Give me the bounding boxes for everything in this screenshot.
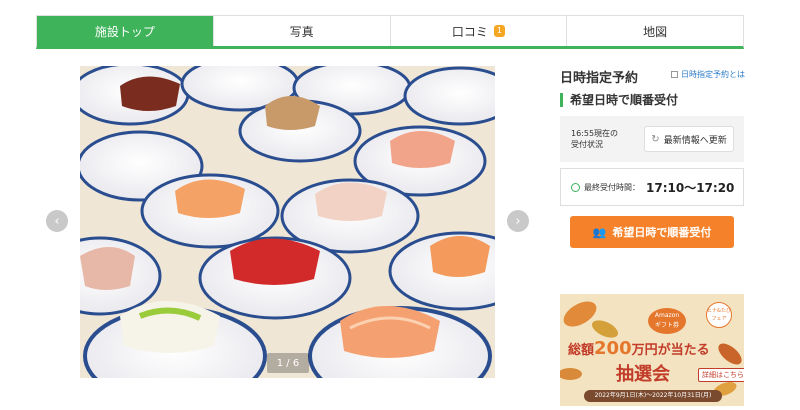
refresh-button[interactable]: ↻ 最新情報へ更新 bbox=[644, 126, 734, 152]
reservation-subtitle: 希望日時で順番受付 bbox=[560, 93, 678, 107]
fair-line2: フェア bbox=[711, 316, 727, 322]
tab-label: 施設トップ bbox=[94, 24, 155, 39]
last-time-label: 最終受付時間： bbox=[584, 182, 640, 192]
chevron-left-icon: ‹ bbox=[54, 213, 60, 229]
banner-dates: 2022年9月1日(木)〜2022年10月31日(月) bbox=[584, 390, 722, 402]
refresh-icon: ↻ bbox=[651, 133, 660, 145]
amazon-line2: ギフト券 bbox=[654, 322, 679, 329]
gallery-counter: 1 / 6 bbox=[267, 353, 309, 373]
tab-facility-top[interactable]: 施設トップ bbox=[37, 16, 214, 46]
gallery-next-button[interactable]: › bbox=[507, 210, 529, 232]
last-time-value: 17:10〜17:20 bbox=[646, 180, 735, 195]
refresh-label: 最新情報へ更新 bbox=[663, 135, 727, 146]
sushi-photo bbox=[80, 66, 495, 378]
headline-suffix: 万円が当たる bbox=[631, 343, 710, 358]
queue-button-label: 希望日時で順番受付 bbox=[612, 226, 712, 239]
banner-headline: 総額200万円が当たる bbox=[568, 338, 710, 359]
reservation-help-link[interactable]: 日時指定予約とは bbox=[671, 69, 745, 80]
status-line2: 受付状況 bbox=[571, 140, 603, 149]
chevron-right-icon: › bbox=[515, 213, 521, 229]
tab-map[interactable]: 地図 bbox=[567, 16, 743, 46]
banner-main: 抽選会 bbox=[616, 364, 670, 385]
square-icon bbox=[671, 71, 678, 78]
status-line1: 16:55現在の bbox=[571, 129, 619, 138]
tab-bar: 施設トップ 写真 口コミ 1 地図 bbox=[36, 15, 744, 49]
tab-label: 写真 bbox=[289, 24, 314, 39]
tab-reviews[interactable]: 口コミ 1 bbox=[390, 16, 568, 46]
people-icon: 👥 bbox=[592, 225, 607, 239]
tab-label: 口コミ bbox=[451, 24, 488, 39]
fair-badge: ヒナ&たびフェア bbox=[706, 302, 732, 328]
fair-line1: ヒナ&たび bbox=[707, 308, 731, 314]
headline-amount: 200 bbox=[594, 338, 632, 359]
photo-gallery[interactable] bbox=[80, 66, 495, 378]
lottery-banner[interactable]: Amazon ギフト券 ヒナ&たびフェア 総額200万円が当たる 抽選会 詳細はこ… bbox=[560, 294, 744, 406]
last-time-box: 最終受付時間： 17:10〜17:20 bbox=[560, 168, 744, 206]
status-text: 16:55現在の 受付状況 bbox=[571, 128, 618, 150]
banner-detail-link[interactable]: 詳細はこちら bbox=[698, 368, 744, 382]
clock-icon bbox=[571, 182, 580, 192]
help-link-label: 日時指定予約とは bbox=[681, 70, 745, 79]
review-count-badge: 1 bbox=[493, 25, 505, 37]
tab-label: 地図 bbox=[643, 24, 668, 39]
gallery-prev-button[interactable]: ‹ bbox=[46, 210, 68, 232]
tab-photos[interactable]: 写真 bbox=[213, 16, 391, 46]
amazon-badge: Amazon ギフト券 bbox=[648, 308, 686, 334]
reservation-title: 日時指定予約 bbox=[560, 71, 639, 86]
status-panel: 16:55現在の 受付状況 ↻ 最新情報へ更新 bbox=[560, 116, 744, 162]
amazon-line1: Amazon bbox=[654, 312, 680, 319]
headline-prefix: 総額 bbox=[568, 343, 595, 358]
queue-reservation-button[interactable]: 👥 希望日時で順番受付 bbox=[570, 216, 734, 248]
